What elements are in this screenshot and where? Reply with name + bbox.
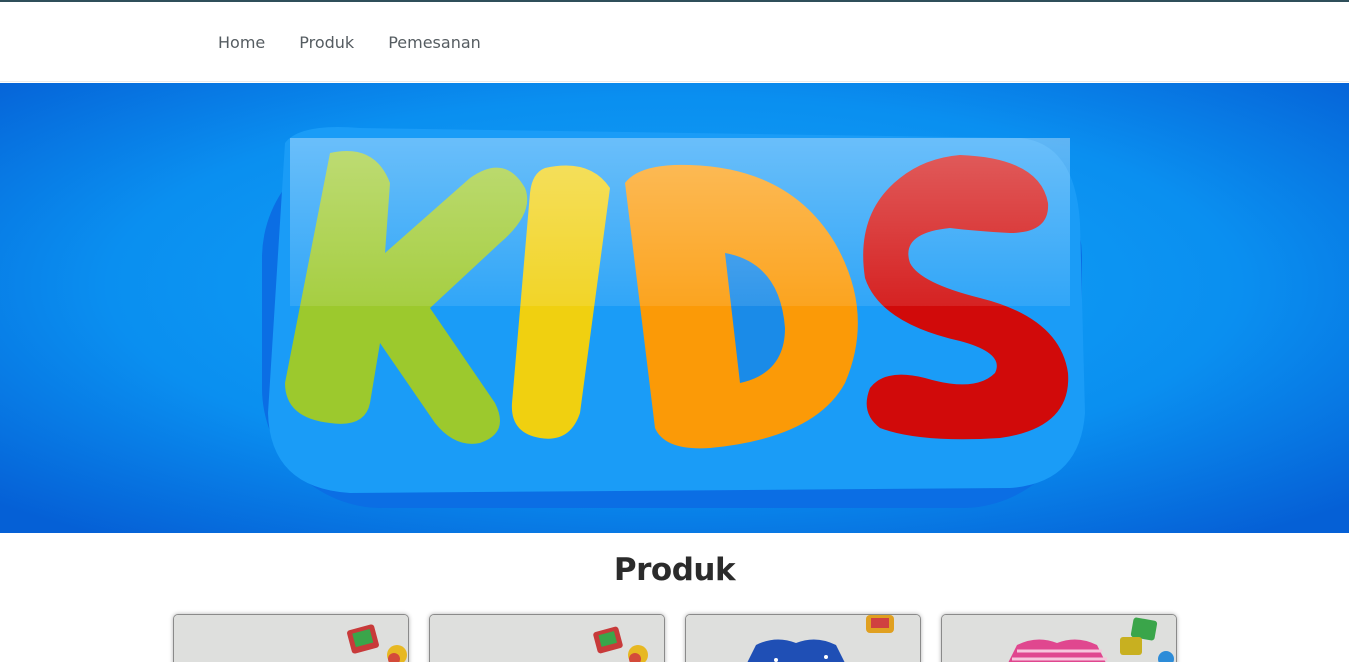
product-card[interactable]: [429, 614, 665, 665]
navbar: Home Produk Pemesanan: [0, 2, 1349, 82]
nav-home-link[interactable]: Home: [218, 33, 265, 52]
products-section-title: Produk: [613, 552, 736, 588]
nav-produk-link[interactable]: Produk: [299, 33, 354, 52]
product-image: [174, 615, 408, 665]
product-grid: [173, 614, 1177, 665]
product-image: [942, 615, 1176, 665]
kids-banner-image: [0, 83, 1349, 533]
nav-pemesanan-link[interactable]: Pemesanan: [388, 33, 481, 52]
hero-banner: [0, 83, 1349, 533]
product-image: [430, 615, 664, 665]
product-card[interactable]: [685, 614, 921, 665]
nav-links: Home Produk Pemesanan: [218, 2, 481, 82]
product-image: [686, 615, 920, 665]
product-card[interactable]: [941, 614, 1177, 665]
product-card[interactable]: [173, 614, 409, 665]
